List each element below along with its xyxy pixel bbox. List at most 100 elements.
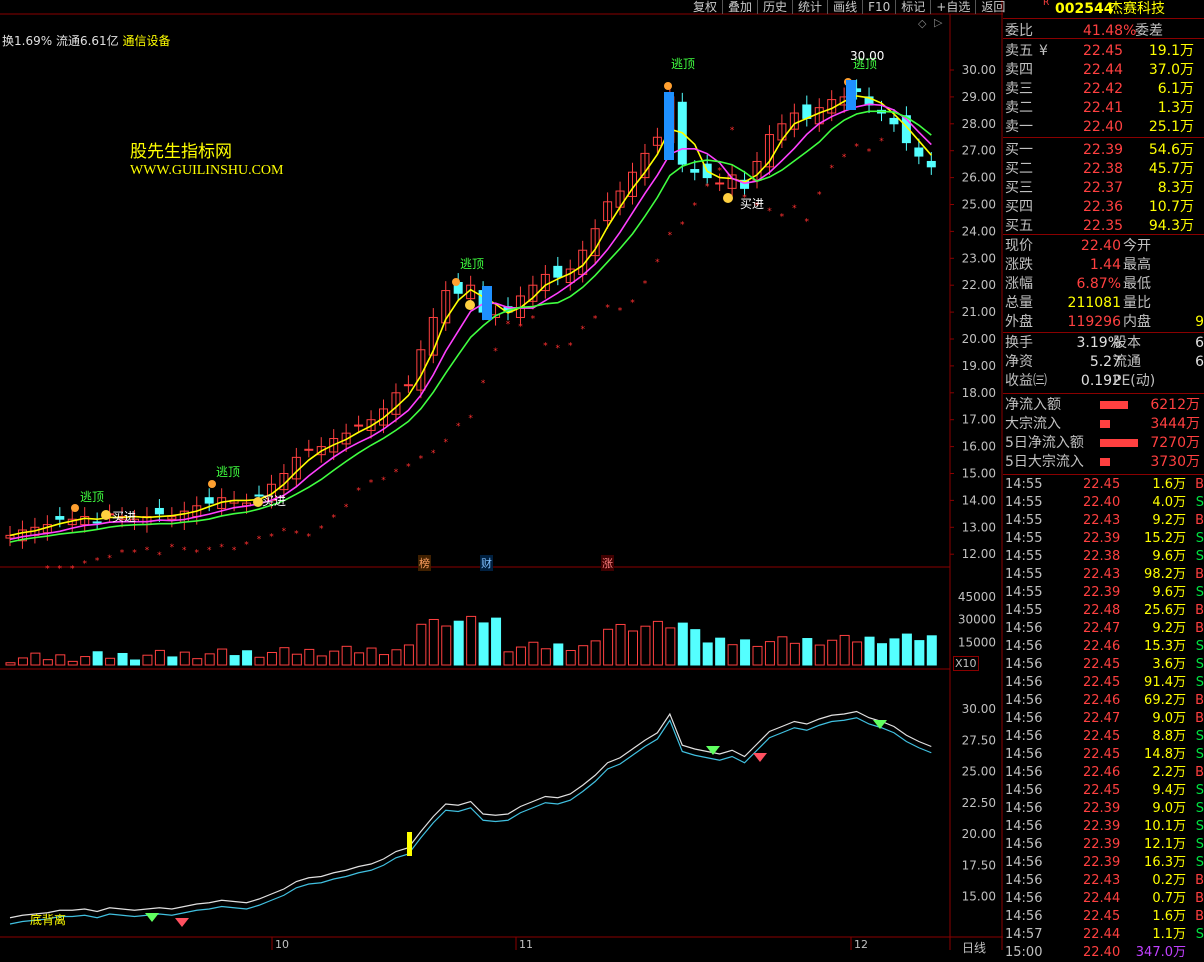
volume-bar [615, 623, 626, 666]
bid-row[interactable]: 买五 22.35 94.3万 [1005, 217, 1204, 235]
sar-dot: * [394, 468, 399, 478]
trade-price: 22.39 [1083, 819, 1121, 834]
bid-row[interactable]: 买三 22.37 8.3万 [1005, 179, 1204, 197]
toolbar-button-6[interactable]: 标记 [895, 0, 930, 14]
blue-top-bar [482, 286, 492, 320]
trade-side: B [1195, 873, 1204, 888]
small-arrow-icon[interactable]: ▷ [934, 16, 942, 29]
top-signal-label: 逃顶 [216, 465, 240, 479]
float-text: 流通6.61亿 [55, 34, 119, 48]
period-label[interactable]: 日线 [962, 939, 986, 956]
toolbar-button-1[interactable]: 叠加 [722, 0, 757, 14]
toolbar-button-0[interactable]: 复权 [688, 0, 722, 14]
sar-dot: * [817, 191, 822, 201]
trade-volume: 8.8万 [1152, 729, 1186, 744]
ask-row[interactable]: 卖五 ¥22.45 19.1万 [1005, 42, 1204, 60]
diamond-icon[interactable]: ◇ [918, 17, 926, 30]
sar-dot: * [568, 341, 573, 351]
trade-time: 14:56 [1005, 783, 1043, 798]
candle-body [690, 169, 700, 173]
trade-row: 14:56 22.45 91.4万 S [1005, 674, 1204, 692]
runner-icon [664, 82, 672, 90]
volume-bar [665, 627, 676, 666]
fund-label2: 流通 [1113, 354, 1141, 370]
sar-dot: * [605, 304, 610, 314]
trade-price: 22.46 [1083, 693, 1121, 708]
bid-row[interactable]: 买四 22.36 10.7万 [1005, 198, 1204, 216]
price-tick: 15.00 [962, 467, 996, 481]
tag-bang[interactable]: 榜 [418, 555, 431, 571]
candle-body [553, 265, 563, 278]
candle-body [889, 117, 899, 125]
tag-zhang[interactable]: 涨 [601, 555, 614, 571]
trade-side: S [1195, 585, 1204, 600]
toolbar-button-4[interactable]: 画线 [827, 0, 862, 14]
sar-dot: * [294, 530, 299, 540]
bid-row[interactable]: 买二 22.38 45.7万 [1005, 160, 1204, 178]
volume-unit: X10 [953, 656, 979, 671]
ask-volume: 19.1万 [1148, 43, 1194, 59]
toolbar-button-2[interactable]: 历史 [757, 0, 792, 14]
trade-price: 22.43 [1083, 873, 1121, 888]
volume-bar [105, 657, 116, 666]
trade-price: 22.40 [1083, 495, 1121, 510]
toolbar-button-3[interactable]: 统计 [792, 0, 827, 14]
trade-time: 14:56 [1005, 693, 1043, 708]
ask-price: 22.45 [1083, 43, 1124, 59]
top-signal-label: 逃顶 [460, 257, 484, 271]
trade-side: S [1195, 927, 1204, 942]
trade-volume: 15.2万 [1144, 531, 1186, 546]
divergence-label: 底背离 [30, 912, 66, 927]
trade-volume: 25.6万 [1144, 603, 1186, 618]
watermark-url: WWW.GUILINSHU.COM [130, 163, 284, 178]
money-bag-icon [465, 300, 475, 310]
trade-side: B [1195, 513, 1204, 528]
price-tick: 21.00 [962, 305, 996, 319]
sar-dot: * [319, 524, 324, 534]
volume-bar [279, 647, 290, 666]
trade-volume: 2.2万 [1152, 765, 1186, 780]
sar-dot: * [556, 344, 561, 354]
sar-dot: * [531, 314, 536, 324]
candle-body [92, 521, 102, 524]
trade-side: S [1195, 837, 1204, 852]
sar-dot: * [58, 565, 63, 575]
last-trade-row: 15:00 22.40 347.0万 [1005, 944, 1204, 962]
trade-volume: 9.4万 [1152, 783, 1186, 798]
bid-volume: 94.3万 [1148, 218, 1194, 234]
trade-price: 22.43 [1083, 567, 1121, 582]
volume-bar [553, 643, 564, 666]
sar-dot: * [493, 347, 498, 357]
toolbar-button-5[interactable]: F10 [862, 0, 895, 14]
sar-dot: * [792, 204, 797, 214]
industry-text[interactable]: 通信设备 [123, 34, 171, 48]
fund-flow-row: 净流入额 6212万 [1005, 396, 1204, 414]
trade-row: 14:56 22.39 10.1万 S [1005, 818, 1204, 836]
fund-label: 净资 [1005, 354, 1033, 370]
price-tick: 19.00 [962, 359, 996, 373]
volume-bar [827, 639, 838, 666]
tag-cai[interactable]: 财 [480, 555, 493, 571]
bid-price: 22.38 [1083, 161, 1124, 177]
trade-side: B [1195, 711, 1204, 726]
bid-row[interactable]: 买一 22.39 54.6万 [1005, 141, 1204, 159]
ask-row[interactable]: 卖二 22.41 1.3万 [1005, 99, 1204, 117]
last-trade-price: 22.40 [1083, 945, 1121, 960]
ask-row[interactable]: 卖三 22.42 6.1万 [1005, 80, 1204, 98]
volume-bar [142, 654, 153, 666]
trade-price: 22.44 [1083, 927, 1121, 942]
indicator-yellow-bar [407, 832, 412, 856]
trade-price: 22.45 [1083, 657, 1121, 672]
toolbar-button-7[interactable]: +自选 [930, 0, 975, 14]
price-tick: 30.00 [962, 63, 996, 77]
ask-label: 卖五 [1005, 43, 1033, 59]
ask-row[interactable]: 卖四 22.44 37.0万 [1005, 61, 1204, 79]
candle-body [926, 160, 936, 168]
ask-price: 22.41 [1083, 100, 1124, 116]
price-tick: 13.00 [962, 520, 996, 534]
trade-price: 22.39 [1083, 585, 1121, 600]
trade-volume: 91.4万 [1144, 675, 1186, 690]
panel-separator [1003, 137, 1204, 138]
volume-bar [117, 652, 128, 666]
ask-row[interactable]: 卖一 22.40 25.1万 [1005, 118, 1204, 136]
